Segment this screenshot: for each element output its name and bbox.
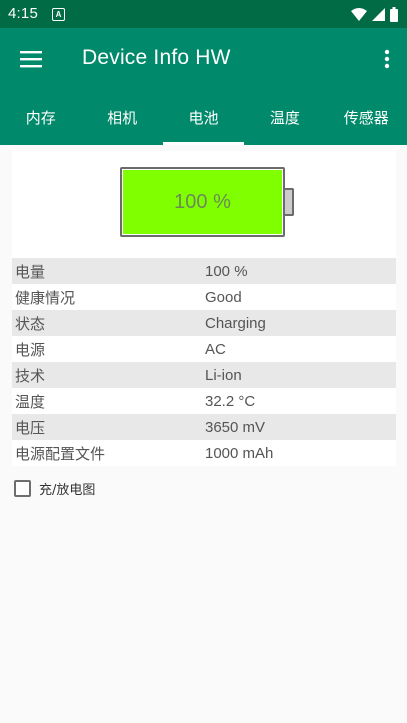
info-label: 电源配置文件 (15, 444, 106, 463)
status-bar: 4:15 A (0, 0, 407, 28)
status-time: 4:15 (8, 5, 38, 22)
info-row-power-source: 电源 AC (12, 336, 396, 362)
tab-battery[interactable]: 电池 (162, 94, 245, 145)
info-value: Charging (205, 314, 266, 332)
charge-chart-label[interactable]: 充/放电图 (39, 479, 95, 498)
info-label: 健康情况 (15, 288, 76, 307)
info-label: 电量 (15, 262, 46, 281)
notification-a-icon: A (52, 8, 65, 21)
info-row-temperature: 温度 32.2 °C (12, 388, 396, 414)
tab-bar: 内存 相机 电池 温度 传感器 (0, 94, 407, 145)
info-row-voltage: 电压 3650 mV (12, 414, 396, 440)
app-title: Device Info HW (82, 46, 231, 69)
charge-chart-checkbox[interactable] (14, 480, 31, 497)
info-label: 电压 (15, 418, 46, 437)
info-row-health: 健康情况 Good (12, 284, 396, 310)
tab-memory[interactable]: 内存 (0, 94, 81, 145)
info-value: 3650 mV (205, 418, 266, 436)
info-row-level: 电量 100 % (12, 258, 396, 284)
charge-chart-toggle[interactable]: 充/放电图 (14, 479, 95, 498)
battery-terminal (285, 188, 294, 216)
battery-level-text: 100 % (174, 190, 231, 213)
tab-temperature[interactable]: 温度 (244, 94, 325, 145)
app-bar: Device Info HW 内存 相机 电池 温度 传感器 (0, 28, 407, 145)
info-row-capacity: 电源配置文件 1000 mAh (12, 440, 396, 466)
tab-sensors[interactable]: 传感器 (326, 94, 407, 145)
info-row-status: 状态 Charging (12, 310, 396, 336)
signal-icon (372, 7, 385, 21)
info-value: 1000 mAh (205, 444, 274, 462)
tab-camera[interactable]: 相机 (81, 94, 162, 145)
battery-graphic: 100 % (12, 151, 396, 258)
info-label: 电源 (15, 340, 46, 359)
more-vert-icon[interactable] (383, 48, 391, 70)
battery-card: 100 % 电量 100 % 健康情况 Good 状态 Charging 电源 … (12, 151, 396, 466)
status-icons (351, 6, 398, 22)
info-value: 32.2 °C (205, 392, 256, 410)
wifi-icon (351, 7, 367, 21)
info-value: Good (205, 288, 242, 306)
hamburger-menu-icon[interactable] (20, 48, 44, 70)
info-row-technology: 技术 Li-ion (12, 362, 396, 388)
info-value: AC (205, 340, 226, 358)
info-label: 技术 (15, 366, 46, 385)
info-label: 温度 (15, 392, 46, 411)
info-label: 状态 (15, 314, 46, 333)
battery-icon (390, 6, 398, 22)
info-value: 100 % (205, 262, 248, 280)
info-value: Li-ion (205, 366, 242, 384)
